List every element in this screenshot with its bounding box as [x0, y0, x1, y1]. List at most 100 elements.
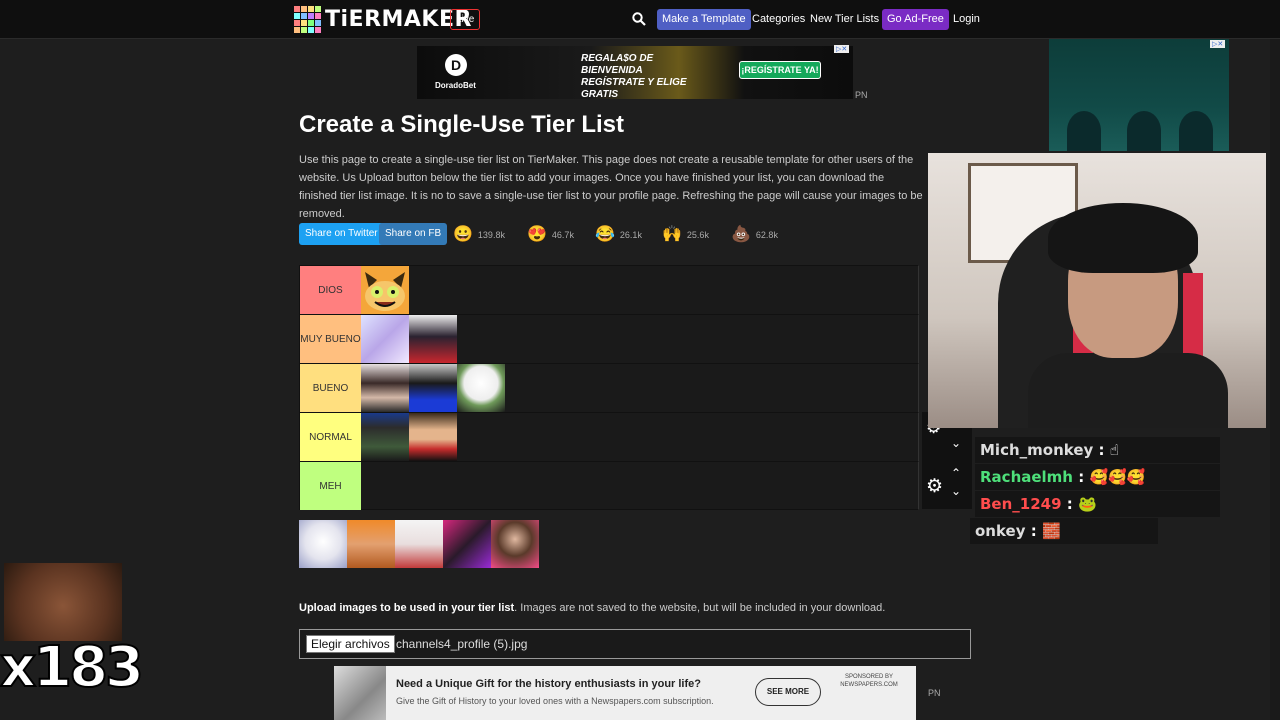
tier-label[interactable]: MUY BUENO [300, 315, 361, 363]
streamer-hair [1048, 203, 1198, 273]
login-link[interactable]: Login [953, 13, 980, 25]
streamer-webcam [928, 153, 1266, 428]
search-icon[interactable] [632, 12, 646, 26]
chat-username: Ben_1249 [980, 495, 1062, 513]
reaction-grin[interactable]: 😀 139.8k [453, 224, 505, 246]
chat-message: Rachaelmh : 🥰🥰🥰 [975, 464, 1220, 490]
page-scrollbar[interactable] [1270, 39, 1280, 720]
ad-choices-icon[interactable]: ▷✕ [834, 45, 850, 53]
chat-username: Mich_monkey [980, 441, 1094, 459]
tier-row-bueno: BUENO [299, 363, 919, 412]
tier-item-image[interactable] [457, 364, 505, 412]
chevron-down-icon[interactable]: ⌄ [951, 484, 961, 498]
pool-image[interactable] [443, 520, 491, 568]
chevron-down-icon[interactable]: ⌄ [951, 436, 961, 450]
top-banner-ad[interactable]: D DoradoBet REGALA$O DE BIENVENIDA REGÍS… [417, 46, 853, 100]
make-template-button[interactable]: Make a Template [657, 9, 751, 30]
ad-brand: DoradoBet [435, 81, 476, 90]
see-more-button[interactable]: SEE MORE [755, 678, 821, 706]
tier-label[interactable]: MEH [300, 462, 361, 510]
logo-grid-icon [294, 6, 321, 33]
reaction-heart-eyes[interactable]: 😍 46.7k [527, 224, 574, 246]
tier-item-image[interactable] [409, 315, 457, 363]
ad-title: Need a Unique Gift for the history enthu… [396, 678, 701, 690]
row-controls: ⚙ ⌃ ⌄ [922, 460, 972, 509]
tier-item-image[interactable] [361, 364, 409, 412]
clapping-hands-icon: 🙌 [662, 226, 682, 243]
chat-message: Mich_monkey : ☝ [975, 437, 1220, 463]
ad-sponsor: SPONSORED BY NEWSPAPERS.COM [840, 674, 898, 688]
poop-emoji-icon: 💩 [731, 226, 751, 243]
share-twitter-button[interactable]: Share on Twitter [299, 223, 384, 245]
reaction-poop[interactable]: 💩 62.8k [731, 224, 778, 246]
upload-instructions: Upload images to be used in your tier li… [299, 602, 885, 614]
categories-link[interactable]: Categories [752, 13, 805, 25]
ad-figure [1179, 111, 1213, 151]
intro-paragraph: Use this page to create a single-use tie… [299, 154, 923, 220]
ad-marker: PN [928, 688, 941, 698]
ad-register-button[interactable]: ¡REGÍSTRATE YA! [739, 61, 821, 79]
tier-item-image[interactable] [361, 413, 409, 461]
upload-instructions-bold: Upload images to be used in your tier li… [299, 602, 515, 614]
side-banner-ad[interactable] [1049, 39, 1229, 151]
tier-label[interactable]: DIOS [300, 266, 361, 314]
tiermaker-logo[interactable]: TiERMAKER [294, 6, 472, 33]
heart-eyes-emoji-icon: 😍 [527, 226, 547, 243]
ad-promo-text: REGALA$O DE BIENVENIDA REGÍSTRATE Y ELIG… [581, 53, 687, 100]
tier-items [361, 413, 457, 461]
tier-row-meh: MEH [299, 461, 919, 510]
bottom-banner-ad[interactable]: Need a Unique Gift for the history enthu… [334, 666, 916, 720]
tier-item-image[interactable] [409, 413, 457, 461]
tier-label[interactable]: BUENO [300, 364, 361, 412]
tier-row-muy-bueno: MUY BUENO [299, 314, 919, 363]
pool-image[interactable] [299, 520, 347, 568]
pool-image[interactable] [491, 520, 539, 568]
choose-files-button[interactable]: Elegir archivos [306, 635, 395, 653]
grin-emoji-icon: 😀 [453, 226, 473, 243]
tier-row-normal: NORMAL [299, 412, 919, 461]
chat-text: : 🐸 [1061, 495, 1097, 513]
laughing-emoji-icon: 😂 [595, 226, 615, 243]
ad-marker: PN [855, 90, 868, 100]
tier-item-image[interactable] [361, 315, 409, 363]
ad-figure [1127, 111, 1161, 151]
chevron-up-icon[interactable]: ⌃ [951, 466, 961, 480]
tier-item-image[interactable] [409, 364, 457, 412]
upload-instructions-rest: . Images are not saved to the website, b… [514, 602, 886, 614]
chat-username: onkey [975, 522, 1026, 540]
streamer-body [1028, 353, 1228, 428]
tier-list: DIOS MUY BUENO BUENO NORMAL MEH [299, 265, 919, 510]
pool-image[interactable] [347, 520, 395, 568]
unranked-image-pool [299, 520, 539, 568]
go-ad-free-button[interactable]: Go Ad-Free [882, 9, 949, 30]
gear-icon[interactable]: ⚙ [926, 475, 943, 498]
chat-message: onkey : 🧱 [970, 518, 1158, 544]
cat-face-icon [361, 266, 409, 314]
ad-figure [1067, 111, 1101, 151]
reaction-count: 46.7k [551, 230, 574, 240]
reaction-count: 26.1k [619, 230, 642, 240]
reaction-clapping[interactable]: 🙌 25.6k [662, 224, 709, 246]
tier-items [361, 266, 409, 314]
chat-username: Rachaelmh [980, 468, 1073, 486]
chat-text: : 🥰🥰🥰 [1073, 468, 1146, 486]
top-navigation-bar: TiERMAKER Live Make a Template Categorie… [0, 0, 1280, 39]
ad-subtitle: Give the Gift of History to your loved o… [396, 696, 714, 706]
doradobet-logo-icon: D [445, 54, 467, 76]
page-title: Create a Single-Use Tier List [299, 111, 625, 138]
chat-text: : ☝ [1093, 441, 1119, 459]
live-badge[interactable]: Live [450, 9, 481, 30]
share-facebook-button[interactable]: Share on FB [379, 223, 448, 245]
streak-overlay: x183 [0, 563, 145, 701]
ad-choices-icon[interactable]: ▷✕ [1210, 40, 1226, 48]
reaction-count: 62.8k [755, 230, 778, 240]
file-upload-field[interactable]: Elegir archivos channels4_profile (5).jp… [299, 629, 971, 659]
tier-items [361, 315, 457, 363]
tier-item-image[interactable] [361, 266, 409, 314]
reaction-laughing[interactable]: 😂 26.1k [595, 224, 642, 246]
tier-label[interactable]: NORMAL [300, 413, 361, 461]
reaction-count: 25.6k [686, 230, 709, 240]
pool-image[interactable] [395, 520, 443, 568]
new-tier-lists-link[interactable]: New Tier Lists [810, 13, 879, 25]
tier-row-dios: DIOS [299, 265, 919, 314]
